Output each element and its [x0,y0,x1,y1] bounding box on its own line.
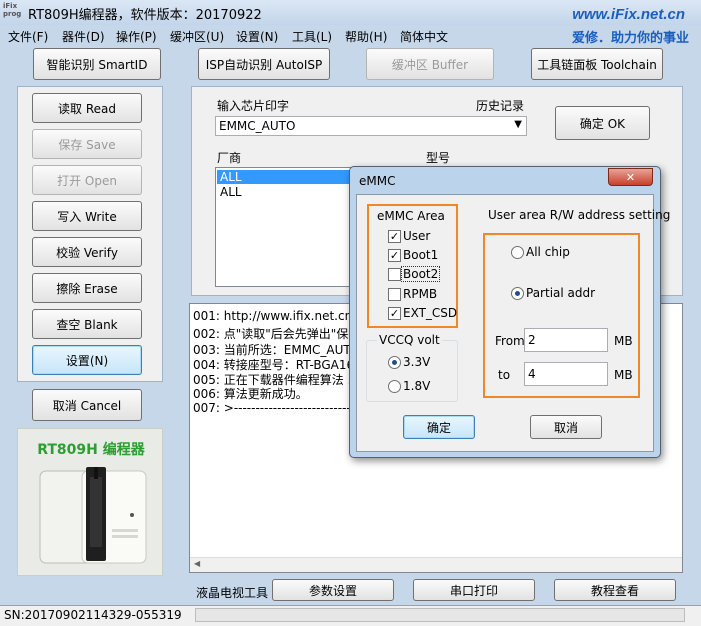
buffer-button[interactable]: 缓冲区 Buffer [366,48,494,80]
write-button[interactable]: 写入 Write [32,201,142,231]
settings-button[interactable]: 设置(N) [32,345,142,375]
log-line: 002: 点"读取"后会先弹出"保存 [193,327,361,341]
log-line: 001: http://www.ifix.net.cn/thr [193,309,374,323]
serial-number: SN:20170902114329-055319 [4,608,182,622]
from-label: From [495,334,525,348]
product-banner-title: RT809H 编程器 [37,442,145,458]
ext-csd-checkbox[interactable]: ✓ [388,307,401,320]
smart-id-button[interactable]: 智能识别 SmartID [33,48,161,80]
serial-print-button[interactable]: 串口打印 [413,579,535,601]
log-line: 006: 算法更新成功。 [193,387,308,401]
open-button[interactable]: 打开 Open [32,165,142,195]
menu-file[interactable]: 文件(F) [8,28,48,45]
programmer-device-icon [39,467,147,564]
ext-csd-checkbox-label: EXT_CSD [403,306,458,320]
to-unit: MB [614,368,633,382]
params-button[interactable]: 参数设置 [272,579,394,601]
vccq-3v3-radio[interactable] [388,356,401,369]
vccq-1v8-radio[interactable] [388,380,401,393]
chip-select[interactable]: EMMC_AUTO ▼ [215,116,527,136]
menu-language[interactable]: 简体中文 [400,28,448,45]
progress-bar [195,608,685,622]
dialog-cancel-button[interactable]: 取消 [530,415,602,439]
vccq-3v3-label: 3.3V [403,355,431,369]
lcd-tool-label: 液晶电视工具 [196,586,269,600]
app-icon: iFix prog [3,2,22,18]
chip-ok-button[interactable]: 确定 OK [555,106,650,140]
brand-url: www.iFix.net.cn [572,6,685,23]
window-title: RT809H编程器，软件版本：20170922 [28,8,262,23]
chevron-down-icon: ▼ [514,119,522,130]
log-line: 007: >---------------------------- [193,401,356,415]
boot1-checkbox[interactable]: ✓ [388,249,401,262]
product-image: RT809H 编程器 [17,428,163,576]
save-button[interactable]: 保存 Save [32,129,142,159]
vendor-list-item[interactable]: ALL [220,185,242,199]
vendor-label: 厂商 [217,151,242,165]
vendor-list-item[interactable]: ALL [217,170,353,184]
menu-operation[interactable]: 操作(P) [116,28,157,45]
menu-settings[interactable]: 设置(N) [236,28,278,45]
dialog-title: eMMC [359,174,396,188]
rpmb-checkbox[interactable] [388,288,401,301]
tutorial-button[interactable]: 教程查看 [554,579,676,601]
close-icon[interactable]: ✕ [608,168,653,186]
to-label: to [498,368,511,382]
dialog-ok-button[interactable]: 确定 [403,415,475,439]
all-chip-radio[interactable] [511,246,524,259]
to-value: 4 [528,367,536,381]
from-unit: MB [614,334,633,348]
from-value: 2 [528,333,536,347]
log-horizontal-scrollbar[interactable]: ◀ [190,557,682,572]
vccq-1v8-label: 1.8V [403,379,431,393]
partial-addr-label: Partial addr [526,286,596,300]
menu-buffer[interactable]: 缓冲区(U) [170,28,224,45]
user-area-title: User area R/W address setting [488,208,671,222]
rpmb-checkbox-label: RPMB [403,287,438,301]
menu-tools[interactable]: 工具(L) [292,28,332,45]
vccq-title: VCCQ volt [377,333,442,347]
auto-isp-button[interactable]: ISP自动识别 AutoISP [198,48,330,80]
scroll-left-icon[interactable]: ◀ [194,559,200,568]
toolchain-button[interactable]: 工具链面板 Toolchain [531,48,663,80]
cancel-button[interactable]: 取消 Cancel [32,389,142,421]
blank-button[interactable]: 查空 Blank [32,309,142,339]
brand-slogan: 爱修．助力你的事业 [571,31,689,46]
menu-help[interactable]: 帮助(H) [345,28,387,45]
chip-select-value: EMMC_AUTO [219,119,296,133]
model-label: 型号 [426,151,451,165]
boot2-checkbox[interactable] [388,268,401,281]
chip-input-label: 输入芯片印字 [217,99,290,113]
partial-addr-radio[interactable] [511,287,524,300]
from-input[interactable]: 2 [524,328,608,352]
boot2-checkbox-label: Boot2 [401,266,441,282]
to-input[interactable]: 4 [524,362,608,386]
all-chip-label: All chip [526,245,570,259]
vendor-list[interactable]: ALL ALL [215,167,355,287]
user-checkbox-label: User [403,229,431,243]
user-checkbox[interactable]: ✓ [388,230,401,243]
verify-button[interactable]: 校验 Verify [32,237,142,267]
read-button[interactable]: 读取 Read [32,93,142,123]
erase-button[interactable]: 擦除 Erase [32,273,142,303]
emmc-area-title: eMMC Area [377,209,445,223]
menu-device[interactable]: 器件(D) [62,28,105,45]
history-label: 历史记录 [476,99,525,113]
boot1-checkbox-label: Boot1 [403,248,439,262]
